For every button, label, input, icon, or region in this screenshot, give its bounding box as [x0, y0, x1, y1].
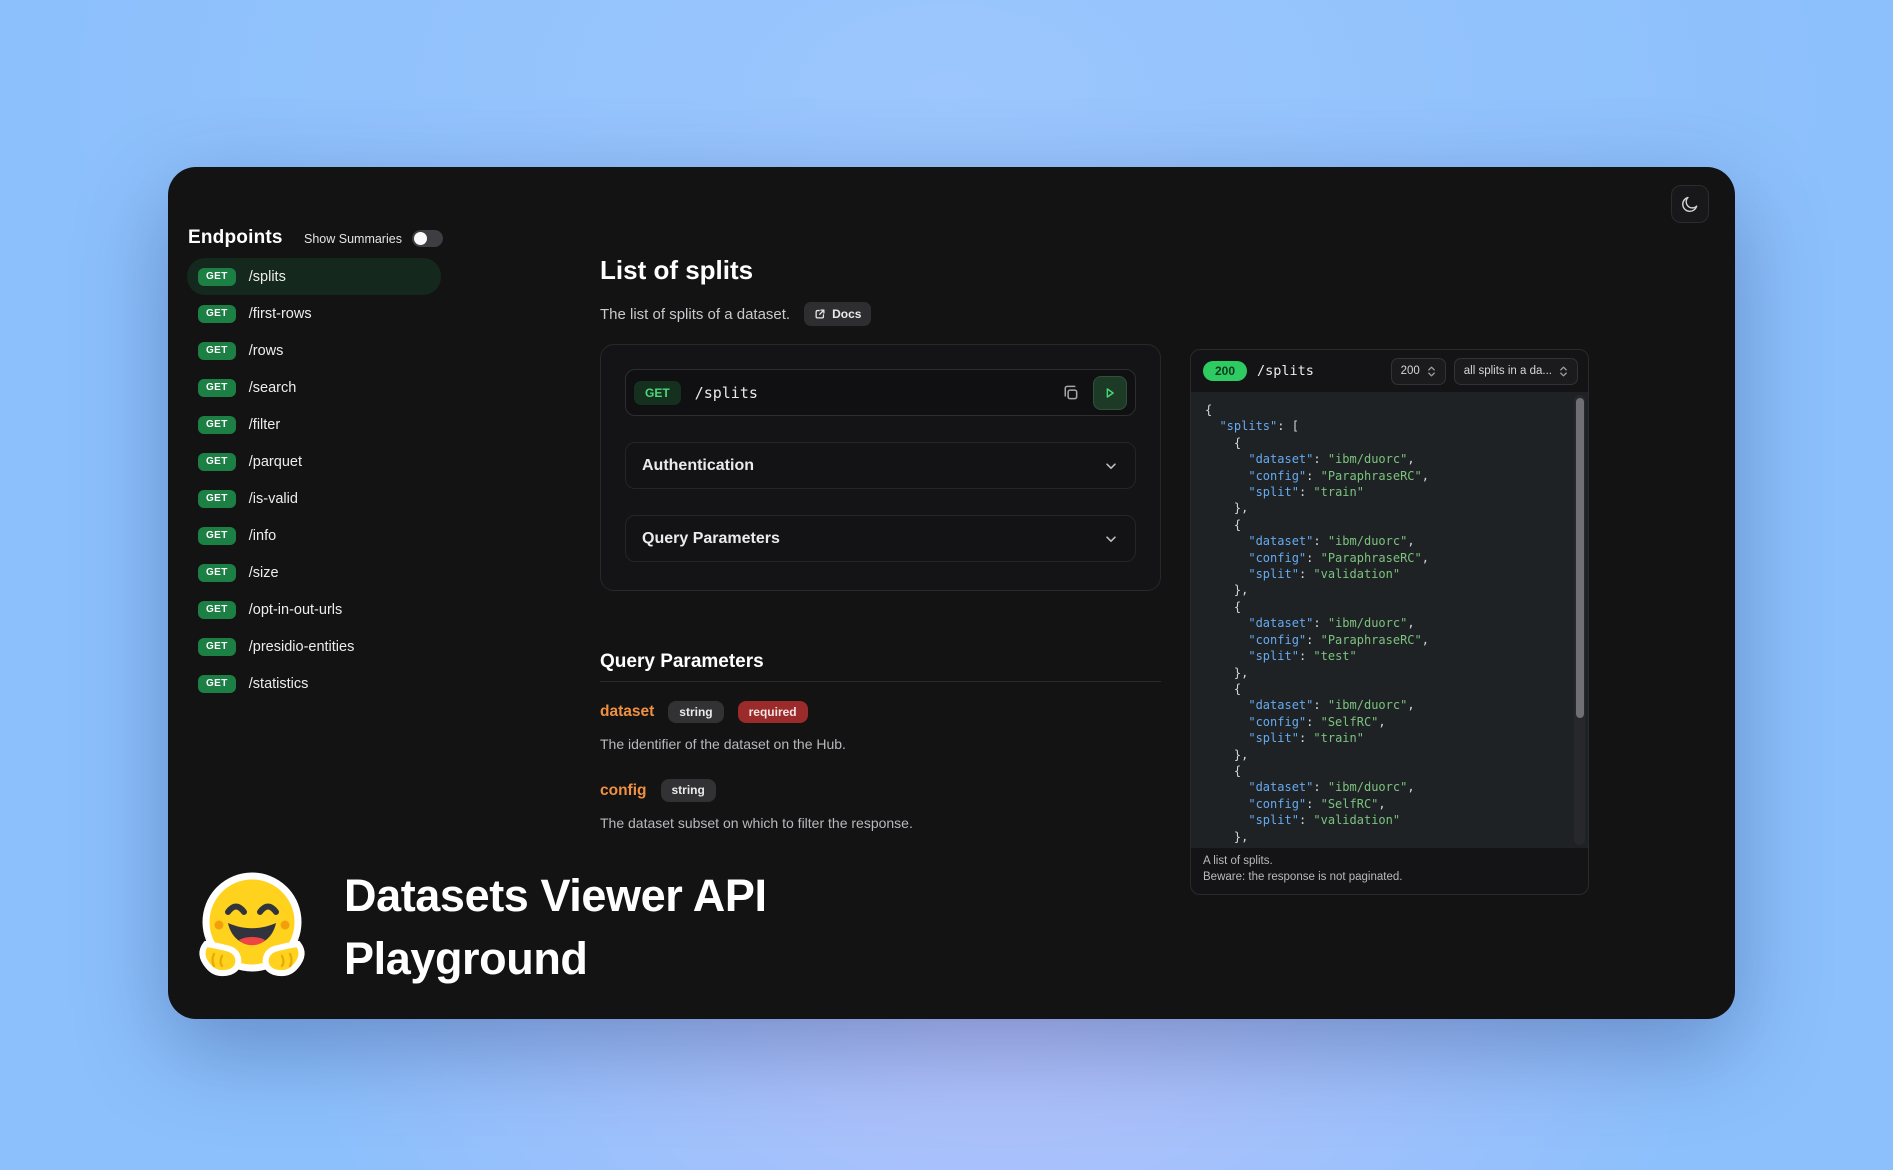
method-badge: GET — [198, 379, 236, 397]
json-code: { "splits": [ { "dataset": "ibm/duorc", … — [1191, 392, 1588, 848]
sidebar-endpoint-item[interactable]: GET /filter — [187, 406, 441, 443]
response-path: /splits — [1257, 363, 1314, 379]
method-badge: GET — [198, 305, 236, 323]
endpoint-path: /size — [249, 565, 279, 581]
request-path: /splits — [695, 384, 758, 402]
external-link-icon — [814, 308, 826, 320]
copy-button[interactable] — [1057, 380, 1083, 406]
request-bar: GET /splits — [625, 369, 1136, 416]
endpoint-description: The list of splits of a dataset. — [600, 306, 790, 323]
page-title: List of splits — [600, 255, 753, 286]
sidebar-title: Endpoints — [188, 227, 283, 249]
sidebar-endpoint-item[interactable]: GET /statistics — [187, 665, 441, 702]
endpoint-path: /filter — [249, 417, 280, 433]
sidebar-endpoint-item[interactable]: GET /opt-in-out-urls — [187, 591, 441, 628]
param-description: The dataset subset on which to filter th… — [600, 815, 1161, 831]
param-name: config — [600, 782, 647, 800]
updown-chevron-icon — [1427, 365, 1436, 378]
sidebar-endpoint-item[interactable]: GET /splits — [187, 258, 441, 295]
endpoint-path: /opt-in-out-urls — [249, 602, 342, 618]
method-badge: GET — [198, 490, 236, 508]
docs-button[interactable]: Docs — [804, 302, 871, 326]
method-badge: GET — [198, 416, 236, 434]
copy-icon — [1061, 383, 1080, 402]
endpoint-path: /info — [249, 528, 276, 544]
chevron-down-icon — [1103, 531, 1119, 547]
request-method-badge: GET — [634, 381, 681, 405]
endpoint-path: /is-valid — [249, 491, 298, 507]
sidebar-endpoint-item[interactable]: GET /presidio-entities — [187, 628, 441, 665]
parameter-list: dataset string required The identifier o… — [600, 701, 1161, 858]
example-select[interactable]: all splits in a da... — [1454, 358, 1578, 385]
response-footer: A list of splits. Beware: the response i… — [1191, 848, 1588, 894]
status-badge: 200 — [1203, 361, 1247, 381]
query-parameter: dataset string required The identifier o… — [600, 701, 1161, 752]
method-badge: GET — [198, 601, 236, 619]
sidebar-endpoint-item[interactable]: GET /parquet — [187, 443, 441, 480]
query-parameters-heading: Query Parameters — [600, 651, 764, 673]
query-parameters-accordion[interactable]: Query Parameters — [625, 515, 1136, 562]
query-parameter: config string The dataset subset on whic… — [600, 779, 1161, 830]
moon-icon — [1680, 194, 1700, 214]
method-badge: GET — [198, 675, 236, 693]
endpoint-path: /splits — [249, 269, 286, 285]
endpoint-path: /parquet — [249, 454, 302, 470]
dark-mode-button[interactable] — [1671, 185, 1709, 223]
endpoint-list: GET /splits GET /first-rows GET /rows GE… — [187, 258, 441, 702]
hugging-face-logo — [192, 865, 312, 987]
endpoint-path: /search — [249, 380, 297, 396]
play-icon — [1102, 385, 1118, 401]
sidebar-endpoint-item[interactable]: GET /size — [187, 554, 441, 591]
method-badge: GET — [198, 564, 236, 582]
param-description: The identifier of the dataset on the Hub… — [600, 736, 1161, 752]
divider — [600, 681, 1161, 682]
method-badge: GET — [198, 453, 236, 471]
scrollbar-track — [1574, 395, 1585, 845]
request-panel: GET /splits Authentication — [600, 344, 1161, 591]
run-request-button[interactable] — [1093, 376, 1127, 410]
sidebar-endpoint-item[interactable]: GET /search — [187, 369, 441, 406]
param-type-badge: string — [668, 701, 723, 723]
scrollbar-thumb[interactable] — [1576, 398, 1584, 718]
param-type-badge: string — [661, 779, 716, 801]
updown-chevron-icon — [1559, 365, 1568, 378]
method-badge: GET — [198, 268, 236, 286]
sidebar-endpoint-item[interactable]: GET /rows — [187, 332, 441, 369]
endpoint-path: /presidio-entities — [249, 639, 355, 655]
endpoint-path: /rows — [249, 343, 284, 359]
chevron-down-icon — [1103, 458, 1119, 474]
method-badge: GET — [198, 638, 236, 656]
toggle-knob — [414, 232, 427, 245]
method-badge: GET — [198, 342, 236, 360]
param-name: dataset — [600, 703, 654, 721]
endpoint-path: /first-rows — [249, 306, 312, 322]
response-header: 200 /splits 200 all splits in a da... — [1191, 350, 1588, 392]
method-badge: GET — [198, 527, 236, 545]
endpoint-path: /statistics — [249, 676, 309, 692]
show-summaries-label: Show Summaries — [304, 232, 402, 246]
response-body: { "splits": [ { "dataset": "ibm/duorc", … — [1191, 392, 1588, 848]
response-panel: 200 /splits 200 all splits in a da... — [1190, 349, 1589, 895]
sidebar-endpoint-item[interactable]: GET /first-rows — [187, 295, 441, 332]
status-code-select[interactable]: 200 — [1391, 358, 1446, 385]
authentication-accordion[interactable]: Authentication — [625, 442, 1136, 489]
app-window: Endpoints Show Summaries GET /splits GET… — [168, 167, 1735, 1019]
param-required-badge: required — [738, 701, 808, 723]
sidebar-endpoint-item[interactable]: GET /is-valid — [187, 480, 441, 517]
app-title: Datasets Viewer API Playground — [344, 864, 767, 990]
show-summaries-toggle[interactable] — [412, 230, 443, 247]
sidebar-endpoint-item[interactable]: GET /info — [187, 517, 441, 554]
